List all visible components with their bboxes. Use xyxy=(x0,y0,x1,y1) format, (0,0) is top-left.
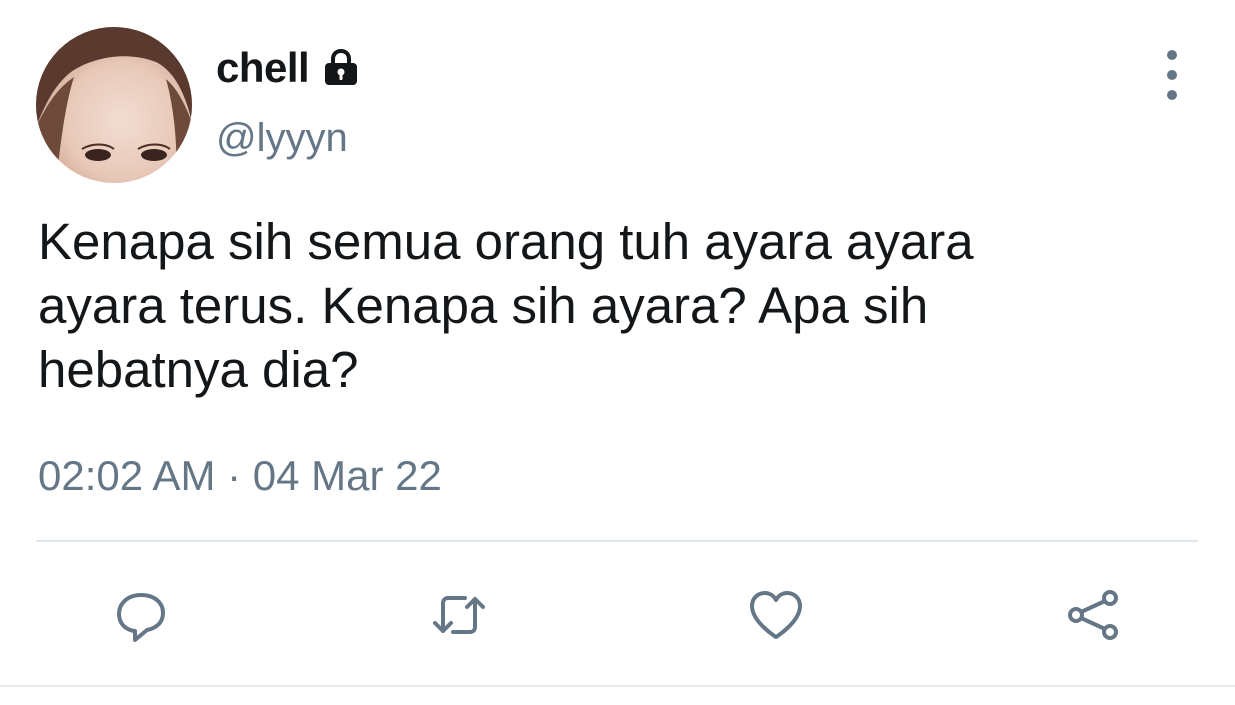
tweet-card: chell @lyyyn Kenapa sih semua orang tuh … xyxy=(0,0,1235,705)
bottom-divider xyxy=(0,685,1235,687)
heart-icon xyxy=(750,591,802,639)
menu-dot xyxy=(1167,90,1177,100)
tweet-date: 04 Mar 22 xyxy=(252,452,442,499)
display-name[interactable]: chell xyxy=(216,44,310,92)
retweet-button[interactable] xyxy=(424,580,494,650)
action-bar xyxy=(0,580,1235,650)
tweet-time: 02:02 AM xyxy=(38,452,216,499)
author-handle[interactable]: @lyyyn xyxy=(216,116,348,161)
menu-dot xyxy=(1167,70,1177,80)
avatar-photo xyxy=(36,27,192,183)
retweet-icon xyxy=(433,596,485,634)
more-vertical-icon[interactable] xyxy=(1150,50,1194,100)
author-row: chell xyxy=(216,42,363,94)
reply-icon xyxy=(117,593,165,642)
tweet-text: Kenapa sih semua orang tuh ayara ayara a… xyxy=(38,213,974,398)
like-button[interactable] xyxy=(741,580,811,650)
avatar[interactable] xyxy=(36,27,192,183)
tweet-timestamp[interactable]: 02:02 AM · 04 Mar 22 xyxy=(38,452,442,500)
divider xyxy=(36,540,1198,542)
reply-button[interactable] xyxy=(106,580,176,650)
menu-dot xyxy=(1167,50,1177,60)
share-button[interactable] xyxy=(1058,580,1128,650)
share-icon xyxy=(1068,590,1118,640)
timestamp-separator: · xyxy=(215,452,253,499)
lock-icon xyxy=(325,48,358,85)
